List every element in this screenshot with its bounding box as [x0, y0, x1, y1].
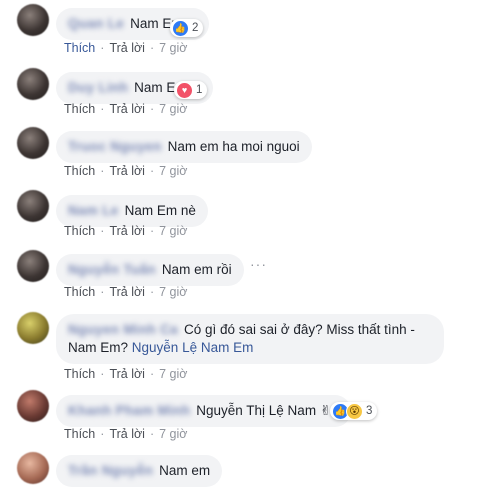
like-button[interactable]: Thích: [64, 102, 95, 116]
comment-author[interactable]: Trần Nguyễn: [68, 463, 153, 478]
comment-actions: Thích · Trả lời · 7 giờ: [64, 102, 188, 116]
avatar[interactable]: [17, 190, 49, 222]
comment-author[interactable]: Khanh Pham Minh: [68, 403, 190, 418]
comment-bubble: Truoc Nguyen Nam em ha moi nguoi: [56, 131, 312, 163]
like-button[interactable]: Thích: [64, 427, 95, 441]
comment-actions: Thích · Trả lời · 7 giờ: [64, 367, 188, 381]
reply-button[interactable]: Trả lời: [109, 41, 145, 55]
timestamp[interactable]: 7 giờ: [159, 285, 187, 299]
comment-actions: Thích · Trả lời · 7 giờ: [64, 224, 188, 238]
avatar[interactable]: [17, 312, 49, 344]
reaction-count: 3: [366, 405, 373, 417]
timestamp[interactable]: 7 giờ: [159, 164, 187, 178]
heart-icon: ♥: [176, 81, 193, 99]
like-button[interactable]: Thích: [64, 164, 95, 178]
comment-actions: Thích · Trả lời · 7 giờ: [64, 427, 188, 441]
comment-text: Nguyễn Thị Lệ Nam ✌: [196, 403, 332, 418]
more-options-icon[interactable]: ···: [250, 256, 267, 272]
avatar[interactable]: [17, 452, 49, 484]
reply-button[interactable]: Trả lời: [109, 102, 145, 116]
timestamp[interactable]: 7 giờ: [159, 367, 187, 381]
comment-text: Nam Em nè: [124, 203, 196, 218]
avatar[interactable]: [17, 390, 49, 422]
wow-icon: 😮: [346, 402, 363, 420]
reply-button[interactable]: Trả lời: [109, 285, 145, 299]
mention-link[interactable]: Nguyễn Lệ Nam Em: [132, 340, 254, 355]
reply-button[interactable]: Trả lời: [109, 164, 145, 178]
comment-actions: Thích · Trả lời · 7 giờ: [64, 285, 188, 299]
comment-text: Nam em rồi: [161, 262, 232, 277]
comment-author[interactable]: Quan Le: [68, 16, 124, 31]
reaction-count: 2: [192, 22, 199, 34]
comment-bubble: Nguyễn Tuấn Nam em rồi: [56, 254, 244, 286]
comment-bubble: Nguyen Minh Ca Có gì đó sai sai ở đây? Mi…: [56, 314, 444, 364]
avatar[interactable]: [17, 127, 49, 159]
reply-button[interactable]: Trả lời: [109, 224, 145, 238]
comment-author[interactable]: Nguyễn Tuấn: [68, 262, 156, 277]
avatar[interactable]: [17, 250, 49, 282]
comment-actions: Thích · Trả lời · 7 giờ: [64, 41, 188, 55]
reaction-summary[interactable]: 👍 😮 3: [330, 402, 378, 420]
comment-author[interactable]: Duy Linh: [68, 80, 128, 95]
comment-author[interactable]: Truoc Nguyen: [68, 139, 162, 154]
comment-bubble: Khanh Pham Minh Nguyễn Thị Lệ Nam ✌: [56, 395, 352, 427]
comment-text: Nam em: [159, 463, 211, 478]
reaction-summary[interactable]: 👍 2: [170, 19, 204, 37]
timestamp[interactable]: 7 giờ: [159, 102, 187, 116]
comment-author[interactable]: Nguyen Minh Ca: [68, 322, 178, 337]
avatar[interactable]: [17, 68, 49, 100]
like-button[interactable]: Thích: [64, 367, 95, 381]
reply-button[interactable]: Trả lời: [109, 367, 145, 381]
comment-author[interactable]: Nam Le: [68, 203, 119, 218]
like-button[interactable]: Thích: [64, 224, 95, 238]
reaction-summary[interactable]: ♥ 1: [174, 81, 208, 99]
timestamp[interactable]: 7 giờ: [159, 41, 187, 55]
avatar[interactable]: [17, 4, 49, 36]
comment-bubble: Trần Nguyễn Nam em: [56, 455, 223, 487]
reply-button[interactable]: Trả lời: [109, 427, 145, 441]
comment-text: Nam em ha moi nguoi: [167, 139, 300, 154]
comment-actions: Thích · Trả lời · 7 giờ: [64, 164, 188, 178]
timestamp[interactable]: 7 giờ: [159, 427, 187, 441]
like-button[interactable]: Thích: [64, 285, 95, 299]
reaction-count: 1: [196, 84, 203, 96]
timestamp[interactable]: 7 giờ: [159, 224, 187, 238]
like-button[interactable]: Thích: [64, 41, 95, 55]
like-icon: 👍: [172, 19, 189, 37]
